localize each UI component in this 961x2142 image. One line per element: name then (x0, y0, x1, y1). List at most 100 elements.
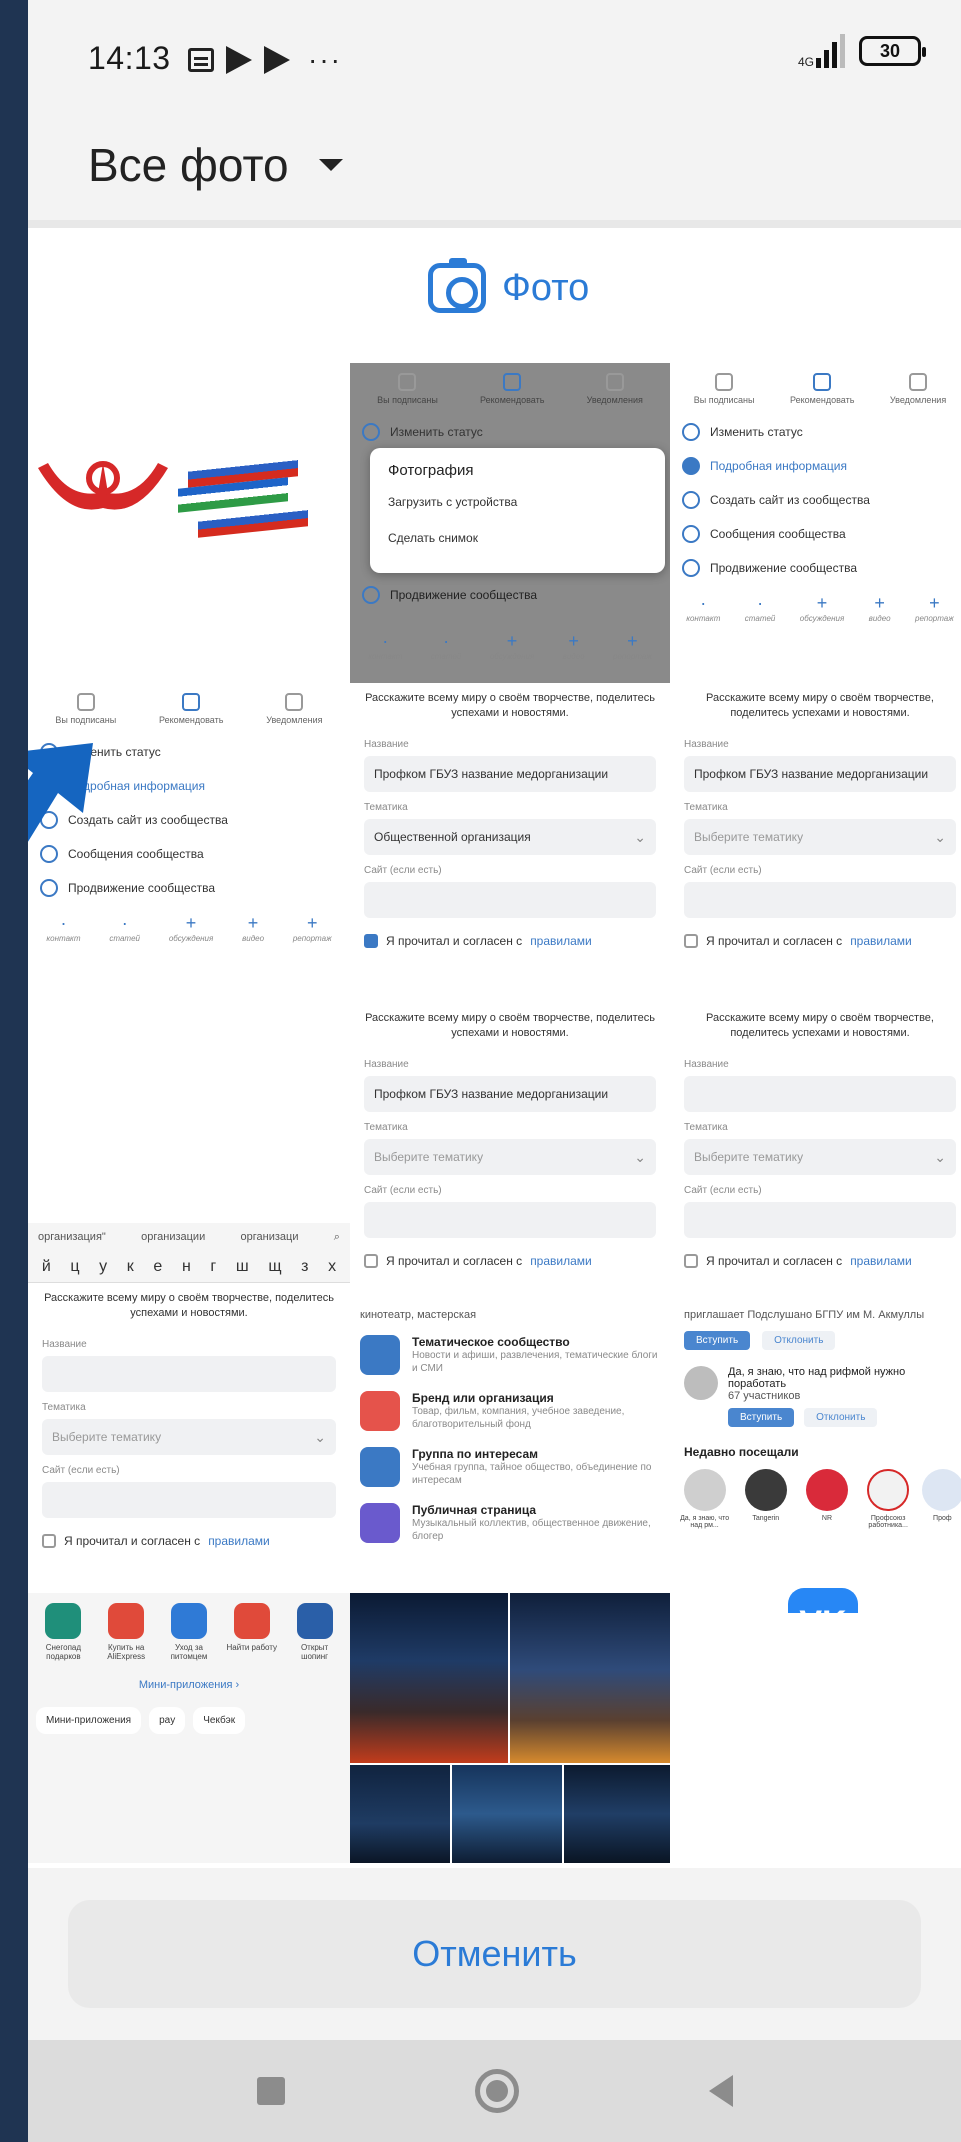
app-icon (296, 1603, 333, 1639)
name-field: Профком ГБУЗ название медорганизации (364, 1076, 656, 1112)
album-title: Все фото (88, 139, 289, 191)
menu-promotion: Продвижение сообщества (670, 551, 961, 585)
arrow-icon (28, 743, 93, 842)
battery-level: 30 (879, 40, 901, 61)
profile-tabs: Вы подписаны Рекомендовать Уведомления (670, 363, 961, 415)
cancel-area: Отменить (28, 1868, 961, 2040)
news-notification-icon (188, 48, 214, 72)
panel-dialog-screenshot: Вы подписаны Рекомендовать Уведомления И… (350, 363, 670, 683)
photo-source-button[interactable]: Фото (428, 258, 590, 313)
name-field (42, 1356, 336, 1392)
menu-change-status: Изменить статус (350, 415, 670, 449)
topic-label: Тематика (364, 1122, 408, 1133)
topic-select: Выберите тематику (684, 1139, 956, 1175)
tab-label: Вы подписаны (377, 395, 438, 405)
site-label: Сайт (если есть) (684, 1185, 762, 1196)
site-label: Сайт (если есть) (42, 1465, 120, 1476)
notification-icons: ··· (188, 44, 342, 76)
home-button[interactable] (474, 2069, 519, 2113)
site-field (42, 1482, 336, 1518)
more-notifications-icon: ··· (308, 44, 342, 75)
panel-form-empty: Расскажите всему миру о своём творчестве… (670, 683, 961, 1003)
battery-icon: 30 (859, 36, 926, 66)
panel-logo (28, 363, 350, 663)
app-icon (108, 1603, 145, 1639)
categories-top-text: кинотеатр, мастерская (360, 1309, 477, 1321)
divider (28, 220, 961, 228)
mini-apps-link: Мини-приложения › (138, 1679, 240, 1691)
plus-row: · контакт · статей + обсуждения + видео + реп… (46, 913, 332, 943)
agree-checkbox: Я прочитал и согласен с правилами (684, 1254, 956, 1268)
photo-label: Фото (502, 266, 590, 309)
tab-label: Вы подписаны (693, 395, 755, 405)
recent-title: Недавно посещали (684, 1445, 799, 1459)
recents-button[interactable] (256, 2077, 285, 2105)
site-label: Сайт (если есть) (364, 865, 442, 876)
menu-create-site: Создать сайт из сообщества (670, 483, 961, 517)
topic-select: Выберите тематику (364, 1139, 656, 1175)
dialog-take-photo: Сделать снимок (388, 531, 478, 545)
category-row: Публичная страница Музыкальный коллектив,… (350, 1495, 670, 1551)
photo-grid: Фото Вы подписаны Рекомендовать Уведомле… (28, 228, 961, 1868)
navigation-bar (28, 2040, 961, 2142)
site-field (684, 1202, 956, 1238)
form-subtitle: Расскажите всему миру о своём творчестве… (44, 1292, 334, 1319)
cancel-button[interactable]: Отменить (68, 1900, 921, 2008)
category-row: Бренд или организация Товар, фильм, компа… (350, 1383, 670, 1439)
city-photo (564, 1765, 670, 1863)
panel-categories: кинотеатр, мастерская Тематическое сообщ… (350, 1303, 670, 1593)
topic-label: Тематика (684, 802, 728, 813)
phone-screen: 14:13 ··· 4G 30 Все фото Фото Вы подписа… (28, 0, 961, 2142)
name-field (684, 1076, 956, 1112)
city-photo (350, 1593, 508, 1763)
plus-row: · контакт · статей + обсуждения + видео + реп… (368, 631, 652, 661)
topic-select: Общественной организация (364, 819, 656, 855)
play-store-icon (264, 46, 290, 74)
agree-checkbox: Я прочитал и согласен с правилами (42, 1534, 336, 1548)
album-selector[interactable]: Все фото (28, 110, 961, 220)
tab-label: Вы подписаны (55, 715, 117, 725)
panel-mini-apps: Снегопад подарков Купить на AliExpress У… (28, 1593, 350, 1863)
category-row: Группа по интересам Учебная группа, тайно… (350, 1439, 670, 1495)
union-logo-icon (38, 461, 168, 510)
dropdown-caret-icon (318, 159, 343, 171)
name-field: Профком ГБУЗ название медорганизации (684, 756, 956, 792)
site-label: Сайт (если есть) (684, 865, 762, 876)
site-field (684, 882, 956, 918)
app-icon (233, 1603, 270, 1639)
panel-form-second: Расскажите всему миру о своём творчестве… (350, 1003, 670, 1303)
tab-label: Рекомендовать (159, 715, 224, 725)
menu-promotion: Продвижение сообщества (350, 578, 549, 612)
status-bar: 14:13 ··· 4G 30 (28, 0, 961, 110)
topic-label: Тематика (364, 802, 408, 813)
tab-label: Уведомления (889, 395, 947, 405)
panel-form-third: Расскажите всему миру о своём творчестве… (670, 1003, 961, 1303)
tab-label: Уведомления (586, 395, 643, 405)
profile-tabs: Вы подписаны Рекомендовать Уведомления (350, 363, 670, 415)
name-label: Название (364, 739, 409, 750)
photo-dialog: Фотография Загрузить с устройства Сделат… (370, 448, 665, 573)
name-label: Название (684, 1059, 729, 1070)
vk-logo: VK (788, 1588, 858, 1613)
dialog-upload: Загрузить с устройства (388, 495, 518, 509)
form-subtitle: Расскажите всему миру о своём творчестве… (706, 692, 934, 719)
city-photo (350, 1765, 450, 1863)
back-button[interactable] (708, 2075, 733, 2107)
panel-form-filled: Расскажите всему миру о своём творчестве… (350, 683, 670, 1003)
network-type: 4G (797, 55, 814, 69)
topic-label: Тематика (42, 1402, 86, 1413)
app-icons-row: Снегопад подарков Купить на AliExpress У… (28, 1593, 350, 1671)
menu-messages: Сообщения сообщества (670, 517, 961, 551)
name-label: Название (684, 739, 729, 750)
camera-icon (428, 258, 486, 313)
dialog-title: Фотография (388, 462, 474, 479)
app-icon (170, 1603, 207, 1639)
keyboard-keys: йцукенгшщзх (28, 1252, 350, 1283)
category-row: Тематическое сообщество Новости и афиши, … (350, 1327, 670, 1383)
agree-checkbox: Я прочитал и согласен с правилами (364, 934, 656, 948)
site-field (364, 882, 656, 918)
panel-profile-menu: Вы подписаны Рекомендовать Уведомления И… (670, 363, 961, 683)
screenshot-thumbnail[interactable]: Вы подписаны Рекомендовать Уведомления И… (28, 363, 961, 1863)
plus-row: · контакт · статей + обсуждения + видео + реп… (686, 593, 954, 623)
topic-select: Выберите тематику (42, 1419, 336, 1455)
